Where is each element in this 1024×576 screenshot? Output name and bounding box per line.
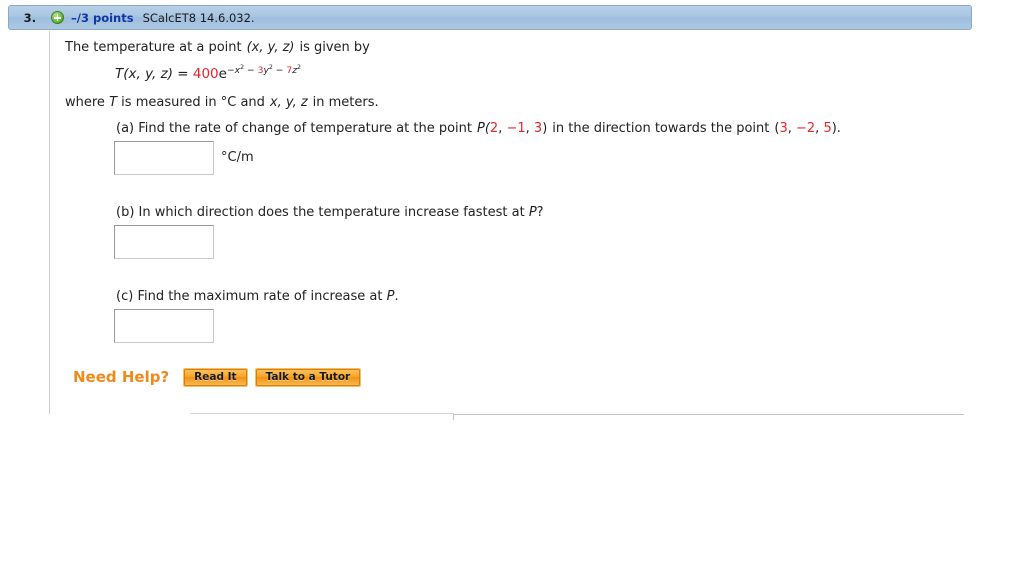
units-vars: x, y, z [269, 95, 308, 110]
part-a-answer-input[interactable] [114, 141, 214, 175]
divider-rule-left [190, 413, 454, 414]
exp-sup3: 2 [297, 63, 302, 71]
part-c-text-end: . [394, 289, 399, 304]
part-b-prompt: (b) In which direction does the temperat… [116, 205, 544, 220]
part-b-answer-input[interactable] [114, 225, 214, 259]
part-a-direction-point: (3, −2, 5). [774, 121, 841, 136]
units-symbol-t: T [109, 95, 118, 110]
part-a-unit-label: °C/m [221, 150, 254, 165]
question-number: 3. [23, 10, 37, 25]
part-a-dir-z: 5 [823, 121, 832, 136]
part-a-point-z: 3 [533, 121, 543, 136]
formula-base: e [218, 66, 227, 82]
points-label: –/3 points [71, 10, 134, 25]
question-reference: SCalcET8 14.6.032. [142, 10, 255, 25]
part-a-point-sep2: , [525, 121, 534, 136]
part-a-dir-x: 3 [779, 121, 788, 136]
problem-intro-vars: (x, y, z) [246, 40, 295, 55]
part-a-prompt: (a) Find the rate of change of temperatu… [116, 121, 841, 136]
problem-intro-suffix: is given by [299, 40, 370, 55]
divider-rule-tick [453, 414, 454, 420]
part-a-dir-close: ). [831, 121, 841, 136]
part-a-text-middle: in the direction towards the point [552, 121, 770, 136]
part-c-prompt: (c) Find the maximum rate of increase at… [116, 289, 399, 304]
part-b-text: In which direction does the temperature … [138, 205, 525, 220]
temperature-formula: T(x, y, z) = 400e−x2 − 3y2 − 7z2 [115, 63, 302, 82]
part-a-point: P(2, −1, 3) [477, 121, 547, 136]
part-a-label: (a) [116, 121, 135, 136]
units-prefix: where [65, 95, 105, 110]
formula-coefficient: 400 [192, 66, 219, 82]
units-suffix: in meters. [312, 95, 379, 110]
problem-intro-prefix: The temperature at a point [65, 40, 242, 55]
question-header-bar: 3. –/3 points SCalcET8 14.6.032. [8, 5, 972, 30]
exp-sup2: 2 [268, 63, 273, 71]
part-a-dir-sep1: , [787, 121, 796, 136]
part-a-text: Find the rate of change of temperature a… [138, 121, 472, 136]
need-help-label: Need Help? [73, 368, 170, 386]
part-b-label: (b) [116, 205, 135, 220]
units-middle: is measured in °C and [121, 95, 265, 110]
formula-equals: = [177, 66, 189, 82]
part-b-point-ref: P [528, 205, 537, 220]
part-b-text-end: ? [536, 205, 544, 220]
part-a-point-x: 2 [489, 121, 499, 136]
formula-exponent: −x2 − 3y2 − 7z2 [226, 63, 302, 76]
need-help-row: Need Help? Read It Talk to a Tutor [73, 367, 369, 387]
exp-op2: − [275, 64, 284, 76]
part-a-point-y: −1 [506, 121, 526, 136]
read-it-button[interactable]: Read It [183, 367, 248, 387]
exp-op1: − [246, 64, 255, 76]
part-c-label: (c) [116, 289, 134, 304]
part-a-point-close: ) [542, 121, 548, 136]
formula-lhs: T(x, y, z) [115, 66, 173, 82]
part-c-text: Find the maximum rate of increase at [137, 289, 383, 304]
part-c-answer-input[interactable] [114, 309, 214, 343]
exp-term1: −x [226, 64, 241, 76]
divider-rule-right [453, 414, 964, 415]
question-page: 3. –/3 points SCalcET8 14.6.032. The tem… [0, 0, 1024, 576]
exp-sup1: 2 [240, 63, 245, 71]
plus-circle-icon[interactable] [51, 11, 64, 24]
talk-to-a-tutor-button[interactable]: Talk to a Tutor [254, 367, 362, 387]
units-statement: where T is measured in °C and x, y, z in m… [65, 95, 379, 110]
question-body: The temperature at a point (x, y, z) is gi… [49, 31, 972, 414]
part-a-point-name: P( [477, 121, 490, 136]
problem-intro: The temperature at a point (x, y, z) is gi… [65, 40, 370, 55]
part-a-dir-y: −2 [796, 121, 816, 136]
